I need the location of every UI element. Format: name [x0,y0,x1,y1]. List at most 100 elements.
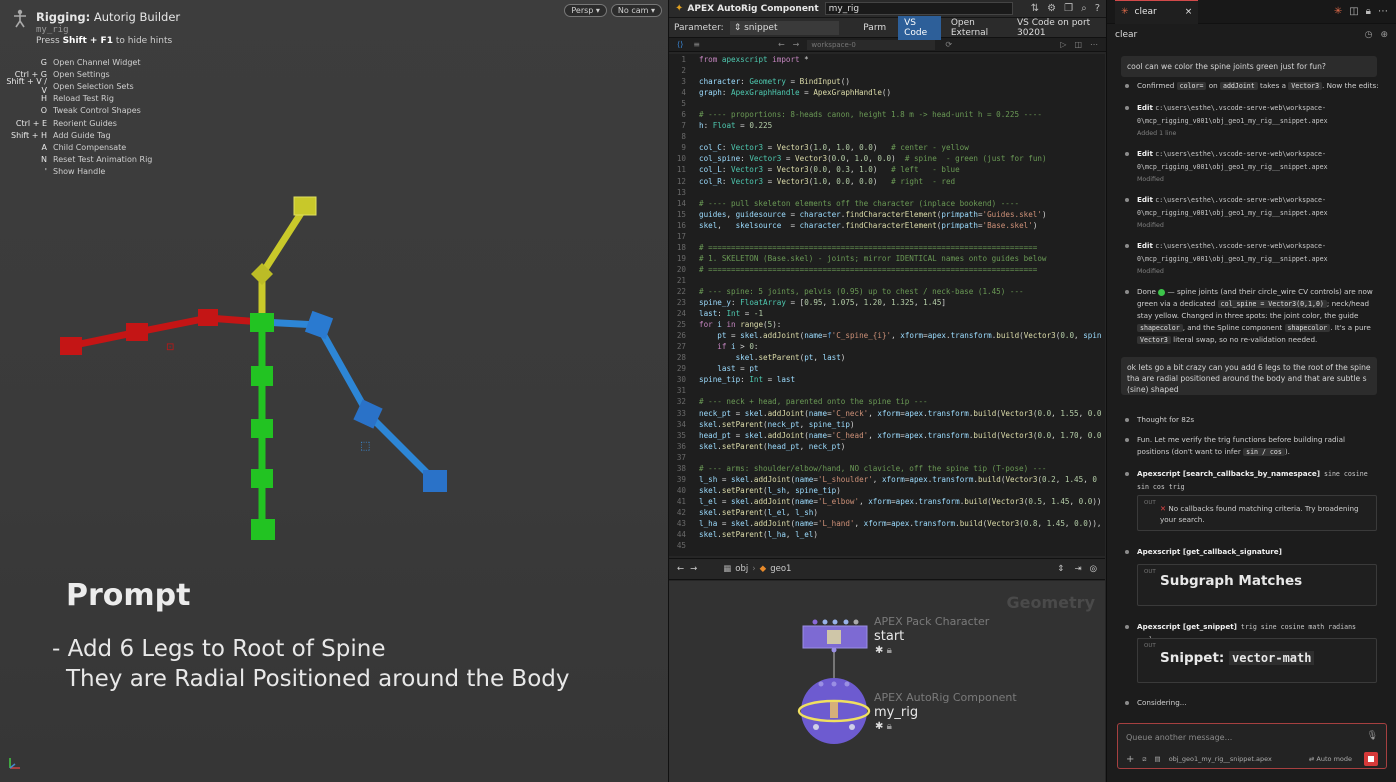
code-line[interactable]: 29 last = pt [669,363,1105,374]
thought-indicator[interactable]: Thought for 82s [1125,414,1379,426]
code-line[interactable]: 7 h: Float = 0.225 [669,120,1105,131]
code-line[interactable]: 22 # --- spine: 5 joints, pelvis (0.95) u… [669,286,1105,297]
apex-autorig-component-node[interactable] [797,678,871,744]
code-line[interactable]: 42 skel.setParent(l_el, l_sh) [669,507,1105,518]
code-line[interactable]: 34 skel.setParent(neck_pt, spine_tip) [669,419,1105,430]
code-line[interactable]: 18 # ====================================… [669,242,1105,253]
menu-icon[interactable]: ≡ [693,40,700,49]
rig-skeleton[interactable]: ⊡ ⬚ [0,0,668,782]
copilot-icon[interactable]: ⟳ [945,40,952,49]
pin-icon[interactable]: ⇥ [1074,564,1081,574]
tool-call-search[interactable]: Apexscript [search_callbacks_by_namespac… [1125,468,1379,493]
code-line[interactable]: 16 skel, skelsource = character.findChara… [669,220,1105,231]
vscode-search-input[interactable]: workspace-0 [807,39,936,50]
code-line[interactable]: 38 # --- arms: shoulder/elbow/hand, NO cl… [669,463,1105,474]
auto-mode-toggle[interactable]: ⇄ Auto mode [1309,755,1352,763]
3d-viewport[interactable]: Rigging: Autorig Builder my_rig Press Sh… [0,0,668,782]
lock-icon[interactable]: 🔒︎ [1366,6,1371,17]
code-line[interactable]: 21 [669,275,1105,286]
tab-vs-code[interactable]: VS Code [898,15,941,40]
back-arrow-icon[interactable]: ← [778,40,785,49]
tool-call-signature[interactable]: Apexscript [get_callback_signature] [1125,546,1379,558]
attached-file-name[interactable]: obj_geo1_my_rig__snippet.apex [1169,755,1272,763]
help-icon[interactable]: ? [1095,3,1100,14]
claude-icon[interactable]: ✳ [1334,6,1342,17]
run-icon[interactable]: ▷ [1060,40,1066,49]
code-line[interactable]: 6 # ---- proportions: 8-heads canon, heig… [669,109,1105,120]
code-line[interactable]: 8 [669,131,1105,142]
new-chat-icon[interactable]: ⊕ [1380,30,1388,40]
path-dropdown-icon[interactable]: ⇕ [1057,564,1064,574]
tab-open-external[interactable]: Open External [947,16,1007,40]
more-icon[interactable]: ⋯ [1090,40,1098,49]
code-line[interactable]: 9 col_C: Vector3 = Vector3(1.0, 1.0, 0.0)… [669,142,1105,153]
code-line[interactable]: 12 col_R: Vector3 = Vector3(1.0, 0.0, 0.0… [669,176,1105,187]
code-line[interactable]: 36 skel.setParent(head_pt, neck_pt) [669,441,1105,452]
code-line[interactable]: 25 for i in range(5): [669,319,1105,330]
code-line[interactable]: 40 skel.setParent(l_sh, spine_tip) [669,485,1105,496]
code-line[interactable]: 3 character: Geometry = BindInput() [669,76,1105,87]
apex-pack-character-node[interactable] [802,619,868,653]
code-line[interactable]: 24 last: Int = -1 [669,308,1105,319]
forward-arrow-icon[interactable]: → [690,564,697,574]
chat-tab[interactable]: ✳ clear × [1115,0,1199,24]
code-line[interactable]: 33 neck_pt = skel.addJoint(name='C_neck',… [669,408,1105,419]
code-line[interactable]: 27 if i > 0: [669,341,1105,352]
code-line[interactable]: 19 # 1. SKELETON (Base.skel) - joints; mi… [669,253,1105,264]
chat-input-box[interactable]: Queue another message... 🎙︎ + ⧄ ▤ obj_ge… [1117,723,1387,769]
code-line[interactable]: 45 [669,540,1105,551]
node2-name[interactable]: my_rig [874,705,918,720]
code-line[interactable]: 13 [669,187,1105,198]
code-line[interactable]: 1 from apexscript import * [669,54,1105,65]
breadcrumb-obj[interactable]: obj [735,564,748,574]
code-line[interactable]: 2 [669,65,1105,76]
code-line[interactable]: 5 [669,98,1105,109]
tab-parm[interactable]: Parm [857,21,892,35]
target-icon[interactable]: ◎ [1090,564,1097,574]
code-line[interactable]: 26 pt = skel.addJoint(name=f'C_spine_{i}… [669,330,1105,341]
code-line[interactable]: 28 skel.setParent(pt, last) [669,352,1105,363]
component-name-field[interactable]: my_rig [824,2,1013,15]
network-editor[interactable]: Geometry APEX Pack Character start ✱ 🔒︎ … [669,581,1105,782]
code-line[interactable]: 20 # ====================================… [669,264,1105,275]
tab-vs-code-port[interactable]: VS Code on port 30201 [1013,16,1106,40]
node1-name[interactable]: start [874,629,904,644]
code-line[interactable]: 43 l_ha = skel.addJoint(name='L_hand', xf… [669,518,1105,529]
script-icon[interactable]: ❐ [1064,3,1073,14]
parameter-dropdown[interactable]: ⇕ snippet [729,20,840,35]
code-line[interactable]: 39 l_sh = skel.addJoint(name='L_shoulder'… [669,474,1105,485]
more-icon[interactable]: ⋯ [1378,6,1388,17]
split-editor-icon[interactable]: ◫ [1074,40,1082,49]
gear-icon[interactable]: ⚙ [1047,3,1056,14]
add-attachment-icon[interactable]: + [1126,754,1134,765]
code-line[interactable]: 44 skel.setParent(l_ha, l_el) [669,529,1105,540]
breadcrumb-geo1[interactable]: geo1 [770,564,791,574]
code-line[interactable]: 41 l_el = skel.addJoint(name='L_elbow', x… [669,496,1105,507]
edit-entry-1[interactable]: Edit c:\users\esthe\.vscode-serve-web\wo… [1125,102,1379,140]
code-line[interactable]: 10 col_spine: Vector3 = Vector3(0.0, 1.0,… [669,153,1105,164]
code-editor[interactable]: 1 from apexscript import * 2 3 character: Ge… [669,54,1105,556]
stop-button[interactable] [1364,752,1378,766]
code-line[interactable]: 17 [669,231,1105,242]
split-view-icon[interactable]: ◫ [1349,6,1358,17]
code-line[interactable]: 4 graph: ApexGraphHandle = ApexGraphHandl… [669,87,1105,98]
code-line[interactable]: 23 spine_y: FloatArray = [0.95, 1.075, 1.… [669,297,1105,308]
slash-command-icon[interactable]: ⧄ [1142,755,1146,764]
search-icon[interactable]: ⌕ [1081,3,1087,14]
code-line[interactable]: 14 # ---- pull skeleton elements off the … [669,198,1105,209]
code-line[interactable]: 31 [669,385,1105,396]
code-line[interactable]: 30 spine_tip: Int = last [669,374,1105,385]
code-line[interactable]: 11 col_L: Vector3 = Vector3(0.0, 0.3, 1.0… [669,164,1105,175]
message-input[interactable]: Queue another message... [1126,733,1232,742]
code-line[interactable]: 37 [669,452,1105,463]
code-line[interactable]: 35 head_pt = skel.addJoint(name='C_head',… [669,430,1105,441]
close-icon[interactable]: × [1185,7,1193,17]
edit-entry-2[interactable]: Edit c:\users\esthe\.vscode-serve-web\wo… [1125,148,1379,186]
back-arrow-icon[interactable]: ← [677,564,684,574]
edit-entry-4[interactable]: Edit c:\users\esthe\.vscode-serve-web\wo… [1125,240,1379,278]
forward-arrow-icon[interactable]: → [793,40,800,49]
microphone-icon[interactable]: 🎙︎ [1367,731,1378,741]
edit-entry-3[interactable]: Edit c:\users\esthe\.vscode-serve-web\wo… [1125,194,1379,232]
parameter-toggle-icon[interactable]: ⇅ [1031,3,1039,14]
history-icon[interactable]: ◷ [1365,30,1373,40]
